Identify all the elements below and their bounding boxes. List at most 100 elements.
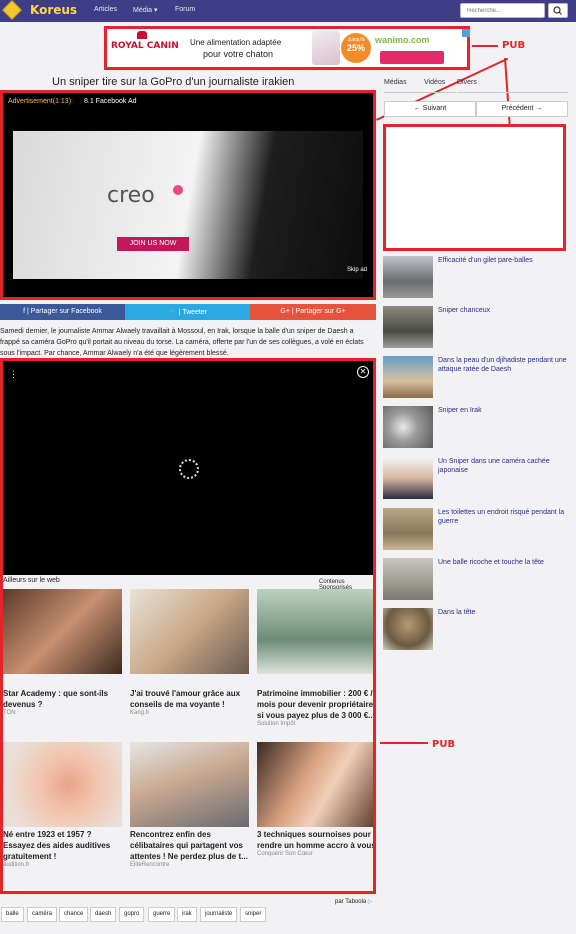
brand-mark-icon bbox=[173, 185, 183, 195]
discount-badge-small: Jusqu'à bbox=[347, 37, 365, 43]
nav-forum[interactable]: Forum bbox=[175, 6, 195, 13]
tile-title: J'ai trouvé l'amour grâce aux conseils d… bbox=[130, 689, 241, 709]
related-link[interactable]: Efficacité d'un gilet pare-balles bbox=[438, 256, 568, 265]
tag-sniper[interactable]: sniper bbox=[240, 907, 267, 922]
close-icon[interactable]: ✕ bbox=[357, 366, 369, 378]
tile-title: 3 techniques sournoises pour rendre un h… bbox=[257, 830, 376, 850]
sponsored-tile[interactable]: Rencontrez enfin des célibataires qui pa… bbox=[130, 742, 250, 868]
tile-title: Star Academy : que sont-ils devenus ? bbox=[3, 689, 109, 709]
ad-line2: pour votre chaton bbox=[203, 49, 274, 59]
ad-title: 8.1 Facebook Ad bbox=[84, 98, 137, 105]
video-join-button[interactable]: JOIN US NOW bbox=[117, 237, 189, 251]
related-thumb[interactable] bbox=[383, 306, 433, 348]
partner-logo: wanimo.com bbox=[375, 35, 430, 45]
tag-camera[interactable]: caméra bbox=[27, 907, 58, 922]
video-player[interactable]: ⋮ ✕ bbox=[3, 361, 373, 575]
sponsored-tile[interactable]: 3 techniques sournoises pour rendre un h… bbox=[257, 742, 376, 857]
tile-image bbox=[257, 742, 373, 827]
nav-media[interactable]: Média ▾ bbox=[133, 6, 158, 14]
tag-daesh[interactable]: daesh bbox=[90, 907, 117, 922]
taboola-label: par Taboola bbox=[335, 899, 367, 905]
related-link[interactable]: Sniper en Irak bbox=[438, 406, 568, 415]
tile-image bbox=[130, 589, 249, 674]
article-body: Samedi dernier, le journaliste Ammar Alw… bbox=[0, 328, 364, 357]
share-google-button[interactable]: G+ | Partager sur G+ bbox=[250, 304, 376, 320]
video-ad-player[interactable]: Advertisement(1:13): 8.1 Facebook Ad cre… bbox=[0, 90, 376, 300]
adchoices-icon[interactable] bbox=[462, 29, 470, 37]
annotation-line bbox=[472, 45, 498, 47]
related-link[interactable]: Les toilettes un endroit risqué pendant … bbox=[438, 508, 568, 526]
loading-spinner-icon bbox=[179, 459, 199, 479]
tile-title: Né entre 1923 et 1957 ? Essayez des aide… bbox=[3, 830, 111, 861]
related-thumb[interactable] bbox=[383, 256, 433, 298]
ad-brand: ROYAL CANIN bbox=[111, 41, 179, 51]
top-banner-ad[interactable]: ROYAL CANIN Une alimentation adaptée pou… bbox=[104, 26, 470, 70]
related-link[interactable]: Une balle ricoche et touche la tête bbox=[438, 558, 568, 567]
pub-annotation-bottom: PUB bbox=[432, 739, 456, 750]
site-logo[interactable]: Koreus bbox=[2, 0, 78, 20]
tile-image bbox=[3, 742, 122, 827]
tile-source: Solution Impôt bbox=[257, 721, 296, 727]
related-link[interactable]: Dans la tête bbox=[438, 608, 568, 617]
search-button[interactable] bbox=[548, 3, 568, 18]
sponsored-tile[interactable]: J'ai trouvé l'amour grâce aux conseils d… bbox=[130, 589, 250, 716]
discount-badge: Jusqu'à 25% bbox=[341, 33, 371, 63]
logo-diamond-icon bbox=[2, 0, 22, 20]
tag-guerre[interactable]: guerre bbox=[148, 907, 176, 922]
tile-title: Rencontrez enfin des célibataires qui pa… bbox=[130, 830, 248, 861]
related-link[interactable]: Sniper chanceux bbox=[438, 306, 568, 315]
royal-canin-crown-icon bbox=[137, 31, 147, 39]
ad-line1: Une alimentation adaptée bbox=[190, 38, 282, 47]
related-thumb[interactable] bbox=[383, 558, 433, 600]
tile-image bbox=[3, 589, 122, 674]
tag-chance[interactable]: chance bbox=[59, 907, 89, 922]
top-navbar: Koreus Articles Média ▾ Forum bbox=[0, 0, 576, 22]
related-thumb[interactable] bbox=[383, 356, 433, 398]
search-icon bbox=[553, 6, 562, 15]
sponsored-heading: Ailleurs sur le web bbox=[3, 577, 60, 584]
sponsored-ad-block: ⋮ ✕ Ailleurs sur le web Contenus Sponsor… bbox=[0, 358, 376, 894]
related-thumb[interactable] bbox=[383, 508, 433, 550]
tab-label: Médias bbox=[384, 79, 407, 86]
tag-gopro[interactable]: gopro bbox=[119, 907, 145, 922]
video-brand: creo bbox=[107, 183, 155, 208]
related-thumb[interactable] bbox=[383, 608, 433, 650]
tag-irak[interactable]: irak bbox=[177, 907, 197, 922]
related-link[interactable]: Dans la peau d'un djihadiste pendant une… bbox=[438, 356, 568, 374]
sidebar-ad[interactable] bbox=[383, 124, 566, 251]
menu-dots-icon[interactable]: ⋮ bbox=[9, 369, 18, 380]
tab-medias[interactable]: Médias bbox=[384, 79, 424, 93]
discount-badge-value: 25% bbox=[346, 43, 365, 53]
related-thumb[interactable] bbox=[383, 406, 433, 448]
taboola-credit[interactable]: par Taboola ▷ bbox=[335, 898, 373, 905]
nav-articles[interactable]: Articles bbox=[94, 6, 117, 13]
search-input[interactable] bbox=[460, 3, 545, 18]
skip-ad-button[interactable]: Skip ad bbox=[347, 267, 367, 273]
tab-videos[interactable]: Vidéos bbox=[424, 79, 456, 93]
precedent-button[interactable]: Précédent → bbox=[476, 101, 568, 117]
ad-cta-button[interactable] bbox=[380, 51, 444, 64]
related-thumb[interactable] bbox=[383, 457, 433, 499]
sponsored-tile[interactable]: Patrimoine immobilier : 200 € / mois pou… bbox=[257, 589, 375, 727]
annotation-line bbox=[380, 742, 428, 744]
tag-journaliste[interactable]: journaliste bbox=[200, 907, 238, 922]
tile-source: audition.fr bbox=[3, 862, 30, 868]
tile-image bbox=[257, 589, 373, 674]
tile-title: Patrimoine immobilier : 200 € / mois pou… bbox=[257, 689, 375, 720]
share-facebook-button[interactable]: f | Partager sur Facebook bbox=[0, 304, 125, 320]
tile-source: Conquérir Son Cœur bbox=[257, 851, 313, 857]
tag-balle[interactable]: balle bbox=[1, 907, 24, 922]
tab-label: Vidéos bbox=[424, 79, 446, 86]
ad-countdown-label: Advertisement(1:13): bbox=[8, 98, 73, 105]
share-twitter-button[interactable]: 🐦 | Tweeter bbox=[125, 304, 250, 320]
video-frame: creo JOIN US NOW bbox=[13, 131, 363, 279]
tile-image bbox=[130, 742, 249, 827]
suivant-button[interactable]: ← Suivant bbox=[384, 101, 476, 117]
tab-divers[interactable]: Divers bbox=[457, 79, 568, 93]
tile-source: EliteRencontre bbox=[130, 862, 170, 868]
pub-annotation-top: PUB bbox=[502, 40, 526, 51]
tile-source: TON bbox=[3, 710, 16, 716]
sponsored-tile[interactable]: Né entre 1923 et 1957 ? Essayez des aide… bbox=[3, 742, 123, 868]
related-link[interactable]: Un Sniper dans une caméra cachée japonai… bbox=[438, 457, 568, 475]
sponsored-tile[interactable]: Star Academy : que sont-ils devenus ? TO… bbox=[3, 589, 123, 716]
